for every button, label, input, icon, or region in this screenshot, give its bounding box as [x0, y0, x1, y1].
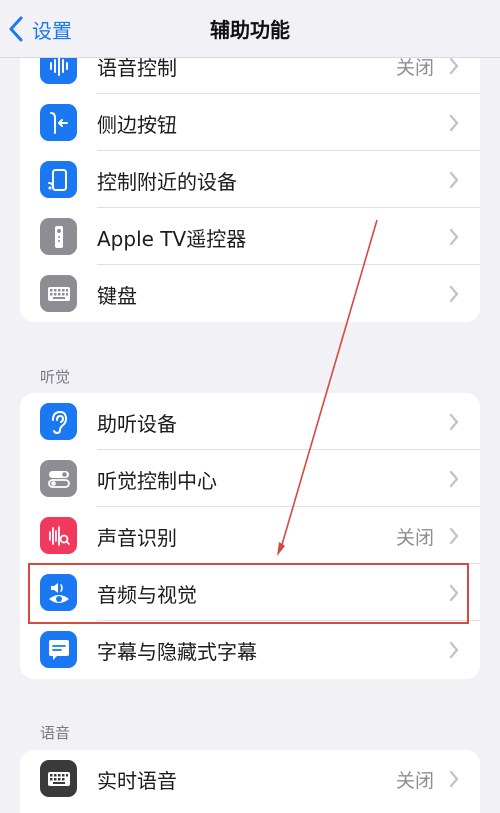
chevron-right-icon: [449, 470, 459, 488]
live-speech-icon: [40, 760, 77, 797]
row-value: 关闭: [395, 527, 434, 549]
navigation-bar: 设置 辅助功能: [0, 0, 500, 58]
row-hearing-devices[interactable]: 助听设备: [20, 393, 480, 450]
row-label: 实时语音: [97, 769, 177, 793]
row-label: 听觉控制中心: [97, 469, 217, 493]
chevron-right-icon: [449, 57, 459, 75]
nearby-devices-icon: [40, 161, 77, 198]
row-label: 助听设备: [97, 412, 177, 436]
row-label: 声音识别: [97, 526, 177, 550]
chevron-right-icon: [449, 641, 459, 659]
chevron-right-icon: [449, 114, 459, 132]
section-header-hearing: 听觉: [40, 368, 71, 386]
chevron-right-icon: [449, 171, 459, 189]
row-keyboard[interactable]: 键盘: [20, 265, 480, 322]
row-label: 键盘: [97, 284, 137, 308]
chevron-right-icon: [449, 584, 459, 602]
hearing-group: 助听设备 听觉控制中心 声音识别 关闭 音频与视觉 字幕与隐藏式字幕: [20, 393, 480, 679]
ear-icon: [40, 403, 77, 440]
sound-recognition-icon: [40, 517, 77, 554]
row-control-nearby-devices[interactable]: 控制附近的设备: [20, 151, 480, 208]
speech-group: 实时语音 关闭: [20, 750, 480, 813]
audio-visual-icon: [40, 574, 77, 611]
row-hearing-control-center[interactable]: 听觉控制中心: [20, 450, 480, 507]
row-label: 侧边按钮: [97, 113, 177, 137]
row-subtitles-captions[interactable]: 字幕与隐藏式字幕: [20, 621, 480, 678]
row-side-button[interactable]: 侧边按钮: [20, 94, 480, 151]
row-apple-tv-remote[interactable]: Apple TV遥控器: [20, 208, 480, 265]
apple-tv-remote-icon: [40, 218, 77, 255]
row-label: 控制附近的设备: [97, 170, 237, 194]
row-label: 字幕与隐藏式字幕: [97, 640, 257, 664]
chevron-right-icon: [449, 285, 459, 303]
page-title: 辅助功能: [210, 18, 290, 42]
chevron-right-icon: [449, 527, 459, 545]
interaction-group: 语音控制 关闭 侧边按钮 控制附近的设备 Apple TV遥控器 键盘: [20, 37, 480, 322]
row-live-speech[interactable]: 实时语音 关闭: [20, 750, 480, 807]
chevron-right-icon: [449, 413, 459, 431]
section-header-speech: 语音: [40, 724, 71, 742]
row-label: Apple TV遥控器: [97, 227, 247, 251]
toggles-icon: [40, 460, 77, 497]
row-audio-visual[interactable]: 音频与视觉: [20, 564, 480, 621]
keyboard-icon: [40, 275, 77, 312]
row-label: 音频与视觉: [97, 583, 197, 607]
chevron-right-icon: [449, 770, 459, 788]
row-sound-recognition[interactable]: 声音识别 关闭: [20, 507, 480, 564]
side-button-icon: [40, 104, 77, 141]
chevron-right-icon: [449, 228, 459, 246]
subtitles-icon: [40, 631, 77, 668]
row-value: 关闭: [395, 770, 434, 792]
